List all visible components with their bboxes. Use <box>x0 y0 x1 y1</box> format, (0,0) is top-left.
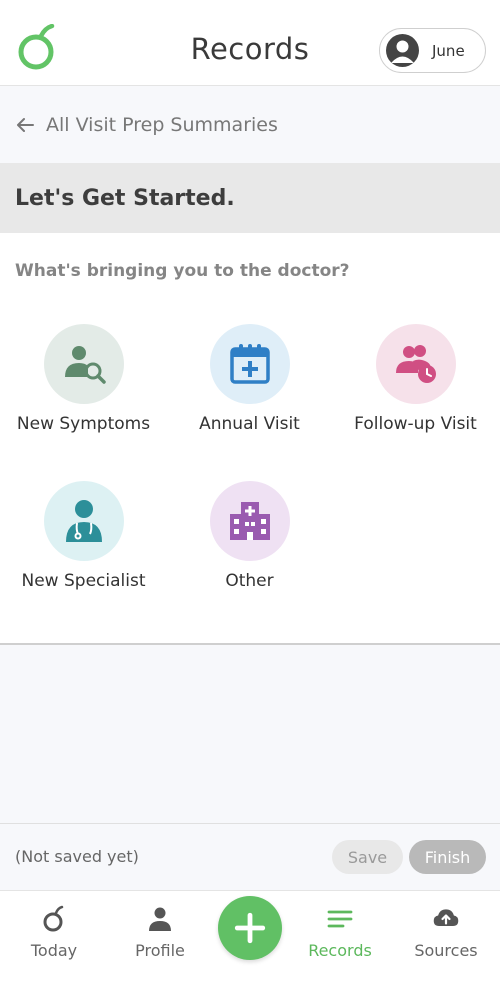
option-label: New Specialist <box>21 571 146 591</box>
option-icon-circle <box>209 324 290 404</box>
bottom-nav: Today Profile Records Sources <box>0 890 500 1000</box>
records-icon <box>327 910 353 928</box>
option-icon-circle <box>43 481 124 561</box>
option-icon-circle <box>43 324 124 404</box>
nav-label: Records <box>308 941 372 960</box>
question-text: What's bringing you to the doctor? <box>15 261 350 281</box>
save-button[interactable]: Save <box>332 840 403 874</box>
nav-label: Profile <box>135 941 185 960</box>
nav-item-records[interactable]: Records <box>300 905 380 960</box>
user-name: June <box>432 41 465 60</box>
save-bar: (Not saved yet) Save Finish <box>0 823 500 890</box>
visit-reason-card: What's bringing you to the doctor? New S… <box>0 233 500 645</box>
calendar-plus-icon <box>229 344 270 384</box>
nav-label: Sources <box>414 941 478 960</box>
avatar-icon <box>386 34 419 67</box>
save-status-text: (Not saved yet) <box>15 847 139 866</box>
option-other[interactable]: Other <box>167 481 332 611</box>
section-title: Let's Get Started. <box>15 185 235 211</box>
app-header: Records June <box>0 0 500 86</box>
finish-button[interactable]: Finish <box>409 840 486 874</box>
cloud-upload-icon <box>433 909 459 926</box>
nav-label: Today <box>30 941 78 960</box>
option-icon-circle <box>209 481 290 561</box>
add-button[interactable] <box>218 896 282 960</box>
option-label: Other <box>225 571 274 591</box>
option-label: Annual Visit <box>199 414 300 434</box>
back-link-label: All Visit Prep Summaries <box>46 114 278 136</box>
hospital-icon <box>229 502 270 540</box>
option-new-specialist[interactable]: New Specialist <box>1 481 166 611</box>
person-icon <box>149 907 171 931</box>
section-header: Let's Get Started. <box>0 163 500 233</box>
nav-item-profile[interactable]: Profile <box>120 905 200 960</box>
user-menu-button[interactable]: June <box>379 28 486 73</box>
option-annual-visit[interactable]: Annual Visit <box>167 324 332 454</box>
option-new-symptoms[interactable]: New Symptoms <box>1 324 166 454</box>
option-label: Follow-up Visit <box>354 414 477 434</box>
plus-icon <box>234 912 266 944</box>
option-icon-circle <box>375 324 456 404</box>
person-search-icon <box>64 346 106 384</box>
arrow-left-icon <box>17 118 34 132</box>
doctor-icon <box>65 500 102 542</box>
option-label: New Symptoms <box>16 414 151 434</box>
back-link[interactable]: All Visit Prep Summaries <box>0 87 500 163</box>
option-follow-up-visit[interactable]: Follow-up Visit <box>333 324 498 454</box>
nav-item-today[interactable]: Today <box>14 905 94 960</box>
people-clock-icon <box>395 345 436 383</box>
today-icon <box>43 905 64 932</box>
nav-item-sources[interactable]: Sources <box>406 905 486 960</box>
